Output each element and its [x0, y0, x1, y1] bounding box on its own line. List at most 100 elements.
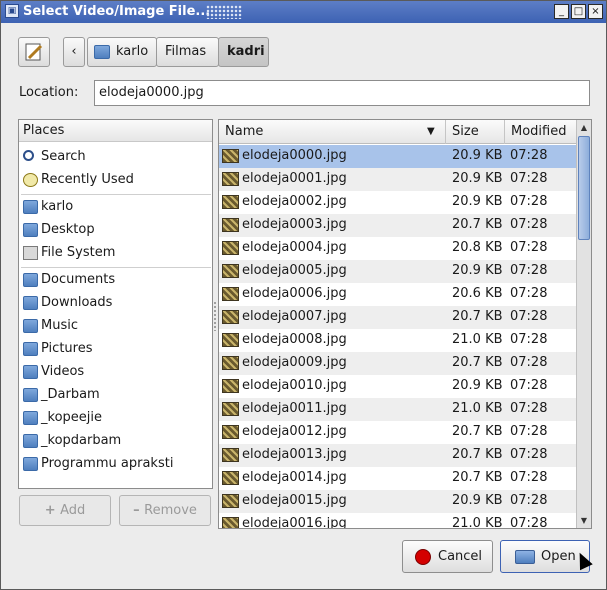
vertical-scrollbar[interactable]: ▲ ▼: [576, 120, 591, 528]
file-row[interactable]: elodeja0012.jpg 20.7 KB 07:28: [219, 421, 576, 444]
title-bar[interactable]: ▣ Select Video/Image File... _ □ ×: [1, 1, 606, 23]
maximize-button[interactable]: □: [571, 4, 586, 19]
file-size: 21.0 KB: [452, 332, 503, 347]
file-name: elodeja0001.jpg: [242, 171, 347, 186]
place-documents[interactable]: Documents: [21, 269, 211, 291]
scroll-up-icon[interactable]: ▲: [578, 121, 590, 134]
file-row[interactable]: elodeja0001.jpg 20.9 KB 07:28: [219, 168, 576, 191]
folder-icon: [23, 434, 38, 448]
file-modified: 07:28: [510, 493, 548, 508]
scrollbar-thumb[interactable]: [578, 136, 590, 240]
column-divider: [504, 120, 505, 144]
file-row[interactable]: elodeja0009.jpg 20.7 KB 07:28: [219, 352, 576, 375]
file-row[interactable]: elodeja0002.jpg 20.9 KB 07:28: [219, 191, 576, 214]
file-size: 20.9 KB: [452, 378, 503, 393]
file-size: 20.9 KB: [452, 493, 503, 508]
open-label: Open: [541, 549, 576, 564]
file-row[interactable]: elodeja0006.jpg 20.6 KB 07:28: [219, 283, 576, 306]
image-file-icon: [222, 379, 239, 393]
folder-icon: [23, 411, 38, 425]
edit-location-button[interactable]: [18, 37, 50, 67]
image-file-icon: [222, 333, 239, 347]
add-button[interactable]: + Add: [19, 495, 111, 526]
image-file-icon: [222, 494, 239, 508]
file-modified: 07:28: [510, 286, 548, 301]
column-name-header[interactable]: Name: [225, 124, 263, 139]
file-row[interactable]: elodeja0016.jpg 21.0 KB 07:28: [219, 513, 576, 529]
search-icon: [23, 150, 34, 161]
place-label: File System: [41, 245, 116, 260]
path-label: karlo: [116, 44, 149, 59]
file-row[interactable]: elodeja0010.jpg 20.9 KB 07:28: [219, 375, 576, 398]
path-button-karlo[interactable]: karlo: [87, 37, 157, 67]
image-file-icon: [222, 448, 239, 462]
file-list: Name ▼ Size Modified elodeja0000.jpg 20.9…: [218, 119, 592, 529]
desktop-folder-icon: [23, 223, 38, 237]
place-file-system[interactable]: File System: [21, 242, 211, 264]
file-size: 20.8 KB: [452, 240, 503, 255]
place-kopdarbam[interactable]: _kopdarbam: [21, 430, 211, 452]
divider: [21, 267, 211, 268]
folder-icon: [23, 457, 38, 471]
location-input[interactable]: elodeja0000.jpg: [94, 80, 590, 106]
file-row[interactable]: elodeja0003.jpg 20.7 KB 07:28: [219, 214, 576, 237]
close-button[interactable]: ×: [588, 4, 603, 19]
image-file-icon: [222, 287, 239, 301]
file-size: 20.9 KB: [452, 171, 503, 186]
window-title: Select Video/Image File...: [23, 4, 211, 19]
file-row[interactable]: elodeja0000.jpg 20.9 KB 07:28: [219, 145, 576, 168]
image-file-icon: [222, 241, 239, 255]
place-search[interactable]: Search: [21, 146, 211, 168]
place-label: Search: [41, 149, 86, 164]
place-darbam[interactable]: _Darbam: [21, 384, 211, 406]
scroll-down-icon[interactable]: ▼: [578, 514, 590, 527]
file-row[interactable]: elodeja0004.jpg 20.8 KB 07:28: [219, 237, 576, 260]
sort-chevron-down-icon: ▼: [427, 126, 435, 137]
place-label: karlo: [41, 199, 74, 214]
place-programmu-apraksti[interactable]: Programmu apraksti: [21, 453, 211, 475]
file-row[interactable]: elodeja0007.jpg 20.7 KB 07:28: [219, 306, 576, 329]
file-modified: 07:28: [510, 240, 548, 255]
file-row[interactable]: elodeja0008.jpg 21.0 KB 07:28: [219, 329, 576, 352]
back-button[interactable]: ‹: [63, 37, 85, 67]
place-desktop[interactable]: Desktop: [21, 219, 211, 241]
place-pictures[interactable]: Pictures: [21, 338, 211, 360]
file-row[interactable]: elodeja0005.jpg 20.9 KB 07:28: [219, 260, 576, 283]
location-label: Location:: [19, 85, 79, 100]
folder-icon: [23, 296, 38, 310]
file-modified: 07:28: [510, 447, 548, 462]
file-size: 20.7 KB: [452, 355, 503, 370]
path-button-kadri[interactable]: kadri: [218, 37, 269, 67]
file-size: 20.9 KB: [452, 194, 503, 209]
remove-button[interactable]: – Remove: [119, 495, 211, 526]
clock-icon: [23, 173, 38, 187]
file-size: 20.9 KB: [452, 148, 503, 163]
file-row[interactable]: elodeja0011.jpg 21.0 KB 07:28: [219, 398, 576, 421]
file-modified: 07:28: [510, 217, 548, 232]
place-recently-used[interactable]: Recently Used: [21, 169, 211, 191]
image-file-icon: [222, 402, 239, 416]
place-kopeejie[interactable]: _kopeejie: [21, 407, 211, 429]
place-karlo[interactable]: karlo: [21, 196, 211, 218]
app-icon[interactable]: ▣: [5, 4, 19, 18]
file-modified: 07:28: [510, 263, 548, 278]
place-label: Recently Used: [41, 172, 134, 187]
file-row[interactable]: elodeja0013.jpg 20.7 KB 07:28: [219, 444, 576, 467]
column-modified-header[interactable]: Modified: [511, 124, 566, 139]
file-size: 20.7 KB: [452, 309, 503, 324]
minimize-button[interactable]: _: [554, 4, 569, 19]
path-button-filmas[interactable]: Filmas: [156, 37, 219, 67]
place-label: _kopeejie: [41, 410, 102, 425]
file-name: elodeja0012.jpg: [242, 424, 347, 439]
place-downloads[interactable]: Downloads: [21, 292, 211, 314]
place-music[interactable]: Music: [21, 315, 211, 337]
file-row[interactable]: elodeja0014.jpg 20.7 KB 07:28: [219, 467, 576, 490]
file-name: elodeja0016.jpg: [242, 516, 347, 529]
column-size-header[interactable]: Size: [452, 124, 479, 139]
places-header[interactable]: Places: [19, 120, 212, 142]
cancel-button[interactable]: Cancel: [402, 540, 493, 573]
file-row[interactable]: elodeja0015.jpg 20.9 KB 07:28: [219, 490, 576, 513]
home-folder-icon: [94, 45, 110, 59]
place-videos[interactable]: Videos: [21, 361, 211, 383]
file-size: 20.6 KB: [452, 286, 503, 301]
